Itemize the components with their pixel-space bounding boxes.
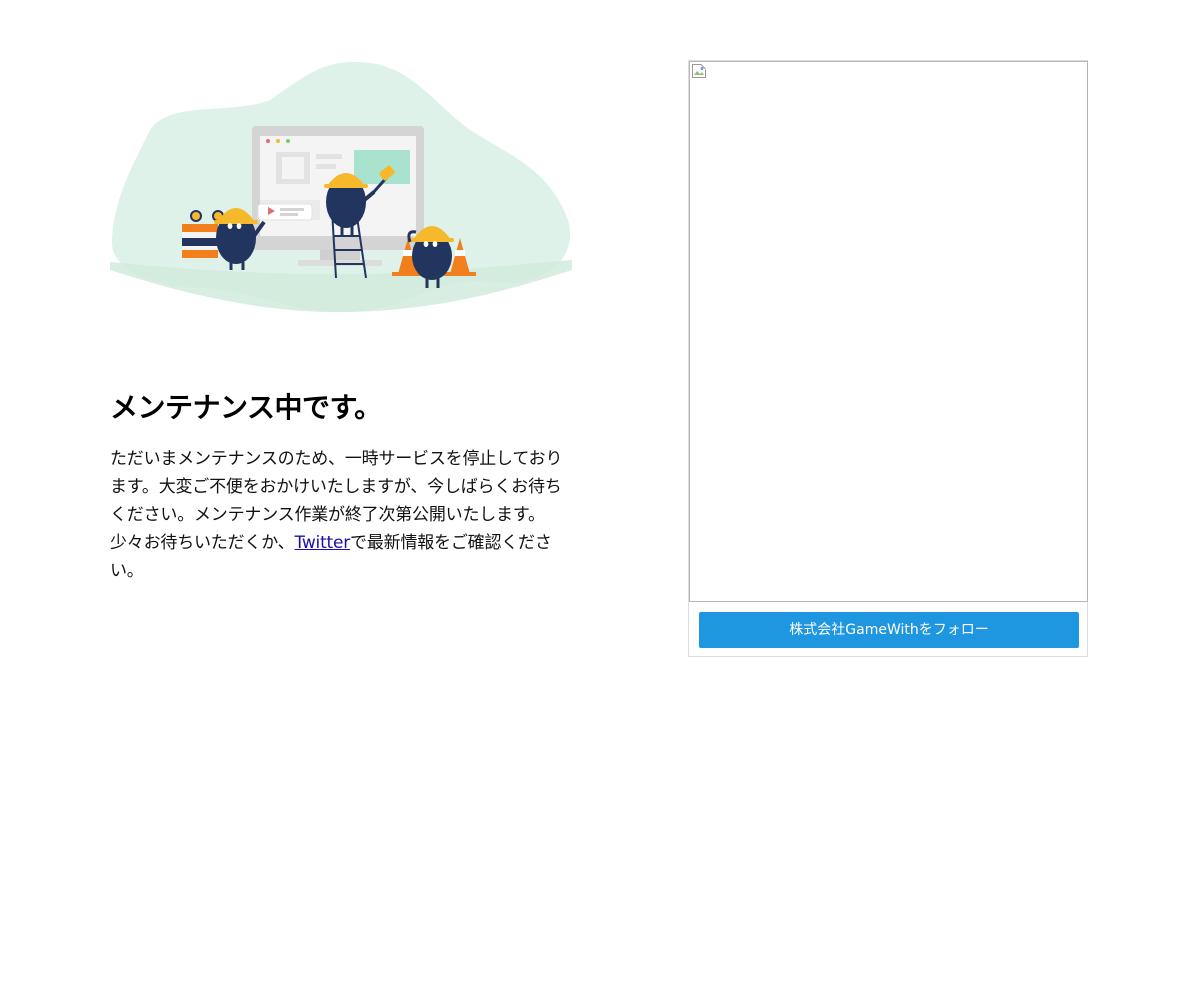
page-title: メンテナンス中です。 xyxy=(110,391,382,424)
construction-workers-illustration xyxy=(110,61,572,313)
maintenance-message: ただいまメンテナンスのため、一時サービスを停止しております。大変ご不便をおかけい… xyxy=(110,445,572,585)
twitter-link[interactable]: Twitter xyxy=(294,533,350,553)
follow-button[interactable]: 株式会社GameWithをフォロー xyxy=(699,612,1079,648)
twitter-timeline-widget: 株式会社GameWithをフォロー xyxy=(688,60,1088,657)
broken-image-icon xyxy=(692,64,706,78)
maintenance-section: メンテナンス中です。 ただいまメンテナンスのため、一時サービスを停止しております… xyxy=(110,60,572,585)
timeline-embed-frame[interactable] xyxy=(689,61,1088,602)
maintenance-page: メンテナンス中です。 ただいまメンテナンスのため、一時サービスを停止しております… xyxy=(0,0,1200,1000)
